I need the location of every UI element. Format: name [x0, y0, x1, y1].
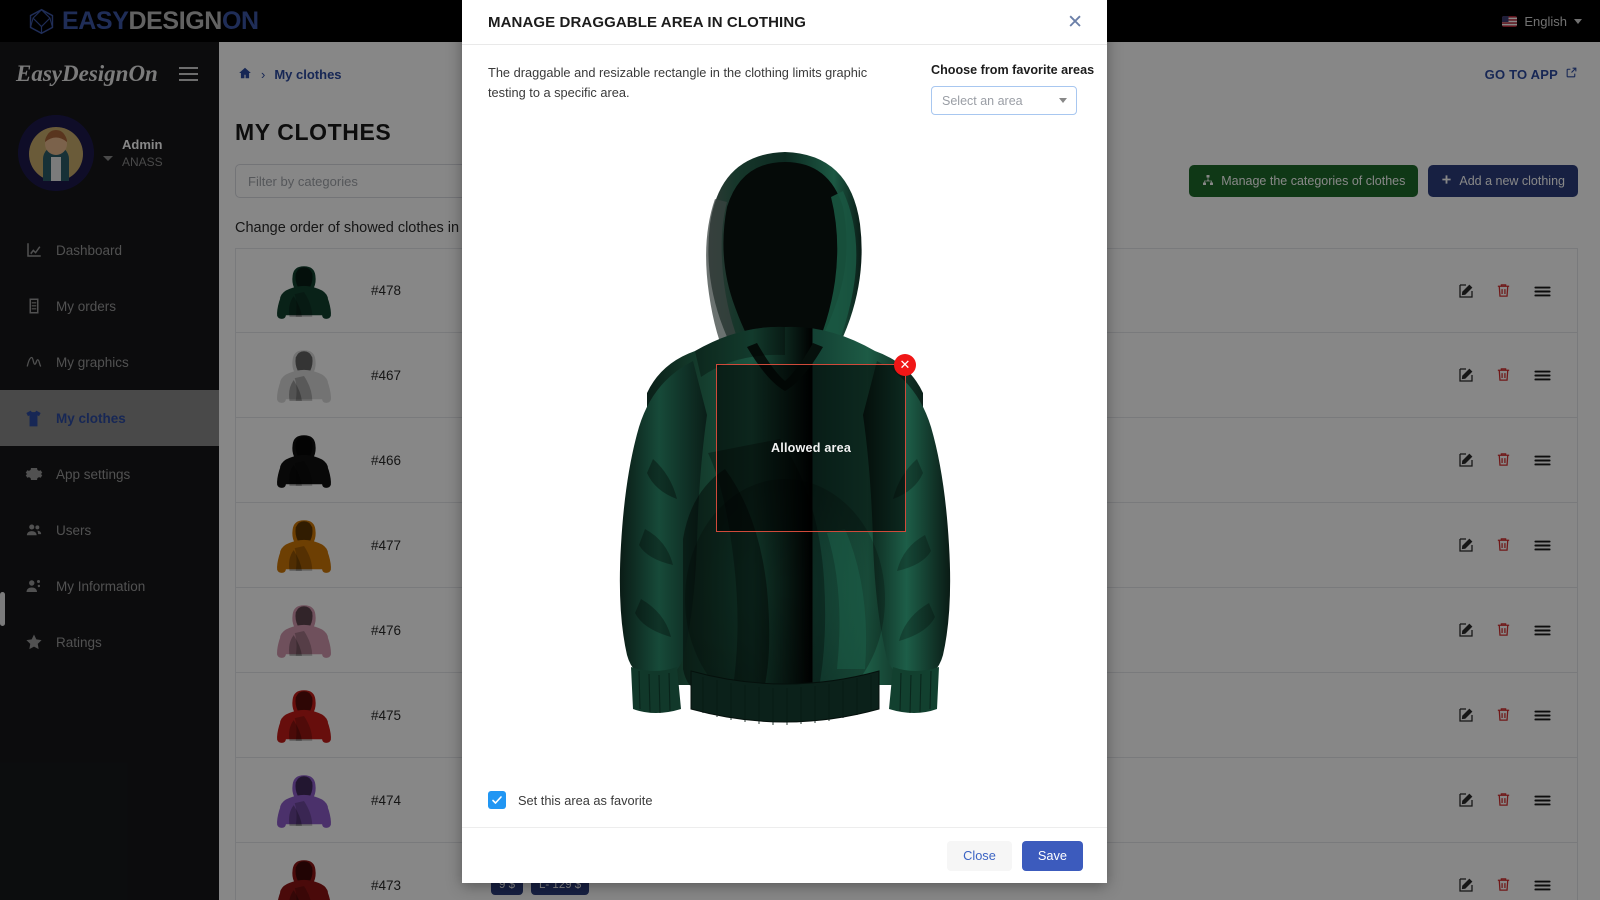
modal-body-top: The draggable and resizable rectangle in… — [488, 63, 1095, 115]
close-icon[interactable]: ✕ — [1061, 11, 1089, 34]
modal-body: The draggable and resizable rectangle in… — [462, 45, 1107, 827]
manage-draggable-area-modal: MANAGE DRAGGABLE AREA IN CLOTHING ✕ The … — [462, 0, 1107, 883]
select-an-area-dropdown[interactable]: Select an area — [931, 86, 1077, 115]
chevron-down-icon — [1059, 98, 1067, 103]
modal-footer: Close Save — [462, 827, 1107, 883]
favorite-area-column: Choose from favorite areas Select an are… — [931, 63, 1095, 115]
save-button[interactable]: Save — [1021, 840, 1083, 871]
modal-title: MANAGE DRAGGABLE AREA IN CLOTHING — [488, 13, 807, 31]
favorite-area-label: Choose from favorite areas — [931, 63, 1095, 77]
set-area-favorite-checkbox[interactable] — [488, 791, 506, 809]
modal-description: The draggable and resizable rectangle in… — [488, 65, 868, 100]
remove-area-icon[interactable]: ✕ — [894, 354, 916, 376]
app-root: EASYDESIGNON English EasyDesignOn Admin … — [0, 0, 1600, 900]
select-an-area-value: Select an area — [942, 93, 1023, 108]
close-button[interactable]: Close — [947, 840, 1012, 871]
allowed-area-label: Allowed area — [770, 441, 852, 455]
allowed-area-rectangle[interactable]: Allowed area ✕ — [716, 354, 916, 532]
garment-stage: Allowed area ✕ — [488, 129, 1081, 749]
set-area-favorite-label: Set this area as favorite — [518, 792, 653, 808]
modal-header: MANAGE DRAGGABLE AREA IN CLOTHING ✕ — [462, 0, 1107, 45]
set-favorite-row: Set this area as favorite — [488, 791, 652, 809]
